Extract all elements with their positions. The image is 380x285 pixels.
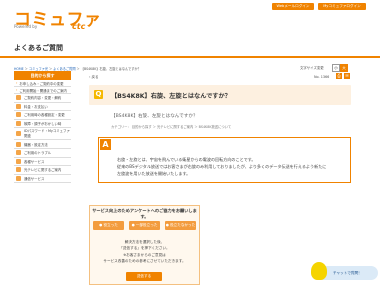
box-icon (16, 158, 21, 164)
sidebar-item[interactable]: 各種サービス (14, 158, 71, 167)
mycommufa-login-button[interactable]: Myコミュファログイン (318, 3, 366, 10)
arrow-icon: › (16, 81, 18, 85)
sidebar-item-label: 料金・お支払い (24, 104, 48, 109)
warning-icon (16, 150, 21, 156)
arrow-icon: › (16, 88, 18, 92)
question-title: 【BS4K8K】右旋、左旋とはなんですか？ (111, 93, 231, 100)
header-divider (0, 56, 380, 58)
share-icon[interactable]: ✉ (344, 73, 350, 79)
signal-icon (16, 176, 21, 182)
document-icon (16, 95, 21, 101)
faq-number: No. 1366 (314, 75, 330, 79)
key-icon (16, 131, 21, 137)
option-label: 役立った (103, 223, 118, 227)
survey-message: 解決方法を選択した後、 「送信する」を押下ください。 ※お客さまからのご意見は … (89, 239, 200, 265)
sidebar: 目的から探す › お申し込み・ご契約中の変更 › ご利用開始・開通までのご案内 ご契… (14, 71, 71, 184)
back-link[interactable]: ‹ 戻る (89, 75, 99, 80)
sidebar-item-label: 故障・調子がおかしい時 (24, 122, 62, 127)
back-label: 戻る (91, 75, 99, 79)
survey-option-partly[interactable]: ● 一部役立った (129, 221, 160, 230)
sidebar-item-label: ご利用のトラブル (24, 151, 52, 156)
tool-icon (16, 121, 21, 127)
survey-submit-button[interactable]: 送信する (126, 272, 162, 281)
logo-sub: Powered by (14, 24, 38, 29)
answer-line: 左旋波を用いた放送を開始いたします。 (117, 171, 191, 176)
category-path: カテゴリー： 目的から探す ＞ 光テレビに関するご案内 ＞ BS4K8K放送につ… (111, 125, 232, 129)
print-icon[interactable]: ⎙ (336, 73, 342, 79)
tv-icon (16, 167, 21, 173)
page-title: よくあるご質問 (14, 44, 63, 52)
sidebar-item-label: ご利用時の各種設定・変更 (24, 113, 65, 118)
sidebar-item-label: 各種サービス (24, 159, 45, 164)
survey-option-helpful[interactable]: ● 役立った (93, 221, 124, 230)
font-large-button[interactable]: 大 (340, 64, 348, 72)
sidebar-item[interactable]: 故障・調子がおかしい時 (14, 120, 71, 129)
sidebar-item-label: ご利用開始・開通までのご案内 (19, 88, 67, 93)
survey-option-not-helpful[interactable]: ● 役立たなかった (165, 221, 196, 230)
font-size-label: 文字サイズ変更 (300, 66, 324, 70)
sidebar-item-label: 通信サービス (24, 177, 45, 182)
sidebar-item[interactable]: ご契約内容・変更・解約 (14, 94, 71, 103)
router-icon (16, 141, 21, 147)
answer-icon: A (100, 139, 111, 150)
sidebar-item-label: IDパスワード・Myコミュファ関連 (24, 129, 70, 138)
sidebar-item[interactable]: 光テレビに関するご案内 (14, 166, 71, 175)
sidebar-item[interactable]: ご利用のトラブル (14, 149, 71, 158)
question-icon: Q (94, 90, 103, 99)
webmail-login-button[interactable]: Webメールログイン (272, 3, 314, 10)
font-small-button[interactable]: 小 (332, 64, 340, 72)
sidebar-item[interactable]: 通信サービス (14, 175, 71, 184)
answer-line: 右旋・左旋とは、宇宙を飛んでいる衛星からの電波の回転方向のことです。 (117, 157, 256, 162)
option-label: 一部役立った (135, 223, 158, 227)
yen-icon (16, 103, 21, 109)
chatbot-mascot-icon[interactable] (311, 262, 327, 280)
answer-text: 右旋・左旋とは、宇宙を飛んでいる衛星からの電波の回転方向のことです。 従来のBS… (117, 156, 347, 177)
option-label: 役立たなかった (170, 223, 196, 227)
sidebar-item[interactable]: ご利用時の各種設定・変更 (14, 111, 71, 120)
sidebar-item-label: ご契約内容・変更・解約 (24, 96, 62, 101)
chatbot-label[interactable]: チャットで質問！ (333, 271, 362, 276)
question-detail: 【BS4K8K】右旋、左旋とはなんですか？ (111, 114, 198, 119)
sidebar-item[interactable]: IDパスワード・Myコミュファ関連 (14, 128, 71, 141)
survey-message-line: サービス改善のための参考にさせていただきます。 (103, 259, 186, 264)
survey-title: サービス向上のためアンケートへのご協力をお願いします。 (92, 208, 197, 219)
sidebar-item[interactable]: › ご利用開始・開通までのご案内 (14, 87, 71, 94)
gear-icon (16, 112, 21, 118)
breadcrumb-current: 【BS4K8K】右旋、左旋とはなんですか？ (80, 67, 141, 71)
sidebar-item[interactable]: › お申し込み・ご契約中の変更 (14, 80, 71, 87)
sidebar-item-label: 光テレビに関するご案内 (24, 168, 62, 173)
sidebar-item[interactable]: 機器・設定方法 (14, 140, 71, 149)
answer-line: 従来のBSデジタル放送ではお客さまが右旋のみ利用しておりましたが、より多くのデー… (117, 164, 327, 169)
sidebar-item[interactable]: 料金・お支払い (14, 103, 71, 112)
logo-brand: ctc (72, 22, 86, 31)
sidebar-item-label: 機器・設定方法 (24, 142, 48, 147)
sidebar-header: 目的から探す (14, 71, 71, 80)
sidebar-item-label: お申し込み・ご契約中の変更 (19, 81, 64, 86)
